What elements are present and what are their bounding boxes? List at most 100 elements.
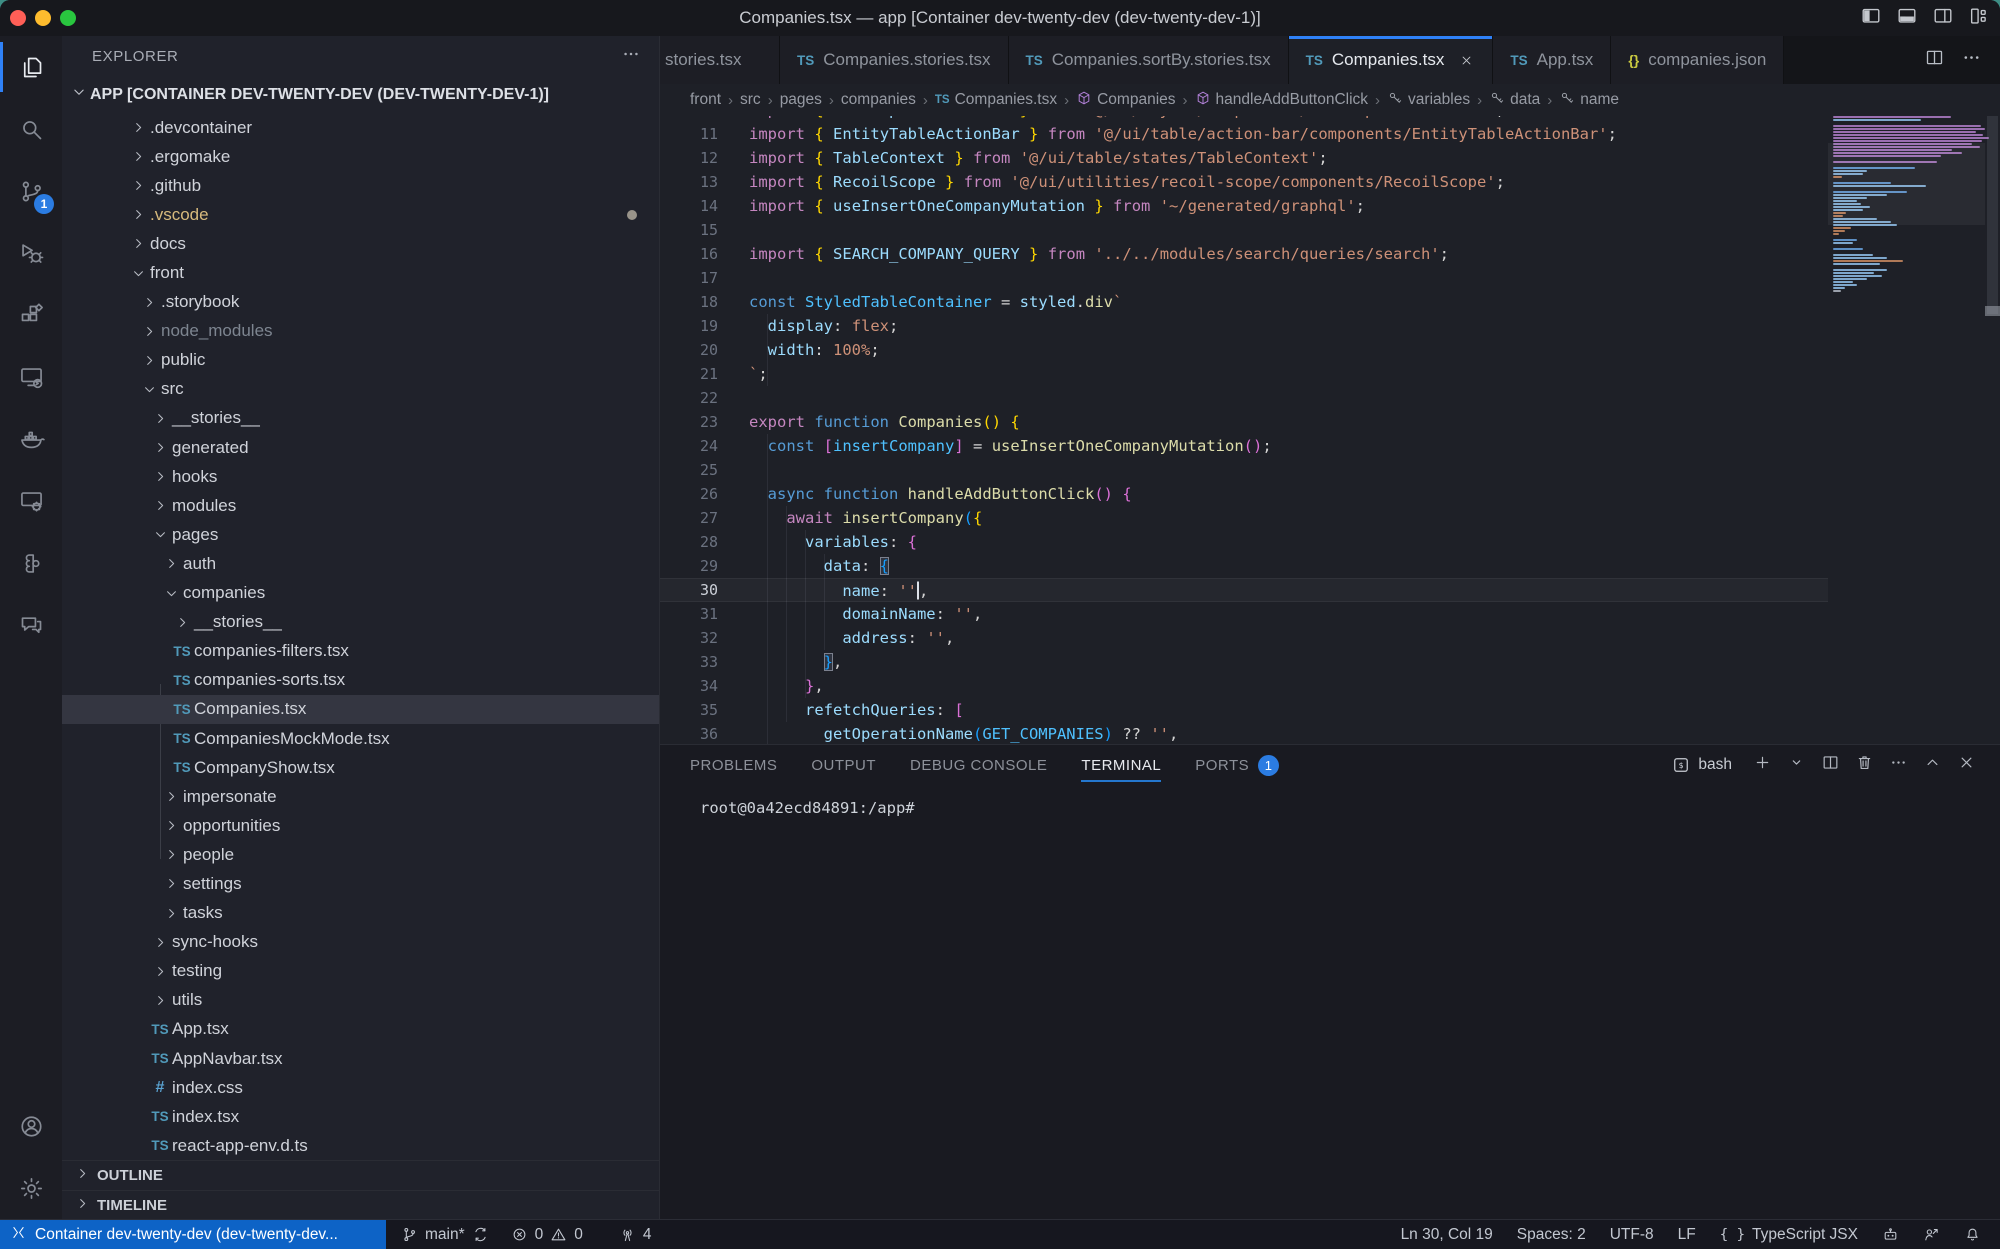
activity-comments[interactable]	[0, 594, 62, 656]
code-line-33[interactable]: 33 },	[660, 650, 1828, 674]
minimize-window-button[interactable]	[35, 10, 51, 26]
code-line-24[interactable]: 24 const [insertCompany] = useInsertOneC…	[660, 434, 1828, 458]
tree-item-testing[interactable]: testing	[62, 957, 659, 986]
code-line-23[interactable]: 23export function Companies() {	[660, 410, 1828, 434]
activity-explorer[interactable]	[0, 36, 62, 98]
editor-tab-stories.tsx[interactable]: stories.tsx	[660, 36, 780, 84]
code-line-36[interactable]: 36 getOperationName(GET_COMPANIES) ?? ''…	[660, 722, 1828, 744]
language-mode-status[interactable]: { }TypeScript JSX	[1711, 1226, 1867, 1244]
code-line-21[interactable]: 21`;	[660, 362, 1828, 386]
editor-tab-Companies.tsx[interactable]: TSCompanies.tsx	[1289, 36, 1494, 84]
tree-item-people[interactable]: people	[62, 840, 659, 869]
panel-ellipsis-action[interactable]	[1889, 753, 1908, 777]
panel-chev-up-action[interactable]	[1923, 753, 1942, 777]
panel-tab-PROBLEMS[interactable]: PROBLEMS	[690, 745, 777, 785]
close-tab-icon[interactable]	[1457, 51, 1475, 69]
close-window-button[interactable]	[10, 10, 26, 26]
activity-extensions[interactable]	[0, 284, 62, 346]
panel-tab-PORTS[interactable]: PORTS1	[1195, 745, 1279, 785]
tree-item-settings[interactable]: settings	[62, 869, 659, 898]
tree-item-front[interactable]: front	[62, 258, 659, 287]
code-line-35[interactable]: 35 refetchQueries: [	[660, 698, 1828, 722]
tree-item-modules[interactable]: modules	[62, 491, 659, 520]
zoom-window-button[interactable]	[60, 10, 76, 26]
tree-item-auth[interactable]: auth	[62, 549, 659, 578]
activity-dev-containers[interactable]	[0, 470, 62, 532]
tree-item-public[interactable]: public	[62, 346, 659, 375]
tree-item-CompanyShow.tsx[interactable]: TSCompanyShow.tsx	[62, 753, 659, 782]
code-line-25[interactable]: 25	[660, 458, 1828, 482]
panel-tab-TERMINAL[interactable]: TERMINAL	[1081, 745, 1161, 785]
panel-close-action[interactable]	[1957, 753, 1976, 777]
tree-item-index.css[interactable]: #index.css	[62, 1073, 659, 1102]
tree-item-hooks[interactable]: hooks	[62, 462, 659, 491]
breadcrumb-companies[interactable]: companies	[841, 91, 916, 109]
terminal-shell-selector[interactable]: $bash	[1671, 755, 1732, 775]
activity-settings[interactable]	[0, 1157, 62, 1219]
panel-chev-sm-action[interactable]	[1787, 753, 1806, 777]
tree-item-.devcontainer[interactable]: .devcontainer	[62, 113, 659, 142]
tree-item-companies[interactable]: companies	[62, 579, 659, 608]
code-line-28[interactable]: 28 variables: {	[660, 530, 1828, 554]
breadcrumb-pages[interactable]: pages	[780, 91, 822, 109]
code-line-20[interactable]: 20 width: 100%;	[660, 338, 1828, 362]
tree-item-__stories__[interactable]: __stories__	[62, 608, 659, 637]
editor-tab-companies.json[interactable]: {}companies.json	[1611, 36, 1784, 84]
breadcrumb-data[interactable]: data	[1489, 90, 1540, 111]
code-line-22[interactable]: 22	[660, 386, 1828, 410]
layout-toggle[interactable]	[1968, 5, 1990, 32]
code-line-15[interactable]: 15	[660, 218, 1828, 242]
tree-item-AppNavbar.tsx[interactable]: TSAppNavbar.tsx	[62, 1044, 659, 1073]
panel-plus-action[interactable]	[1753, 753, 1772, 777]
minimap[interactable]	[1828, 116, 1985, 744]
tree-item-.vscode[interactable]: .vscode	[62, 200, 659, 229]
tree-item-__stories__[interactable]: __stories__	[62, 404, 659, 433]
editor-tab-Companies.sortBy.stories.tsx[interactable]: TSCompanies.sortBy.stories.tsx	[1009, 36, 1289, 84]
split-editor-action[interactable]	[1924, 47, 1945, 73]
activity-run-and-debug[interactable]	[0, 222, 62, 284]
activity-docker[interactable]	[0, 408, 62, 470]
breadcrumb-name[interactable]: name	[1559, 90, 1619, 111]
tree-item-sync-hooks[interactable]: sync-hooks	[62, 928, 659, 957]
code-line-30[interactable]: 30 name: '',	[660, 578, 1828, 602]
minimap-viewport[interactable]	[1828, 143, 1985, 225]
tree-item-generated[interactable]: generated	[62, 433, 659, 462]
panel-tab-DEBUG CONSOLE[interactable]: DEBUG CONSOLE	[910, 745, 1047, 785]
timeline-section[interactable]: TIMELINE	[62, 1190, 659, 1220]
activity-source-control[interactable]: 1	[0, 160, 62, 222]
code-line-11[interactable]: 11import { EntityTableActionBar } from '…	[660, 122, 1828, 146]
tree-item-index.tsx[interactable]: TSindex.tsx	[62, 1102, 659, 1131]
code-line-27[interactable]: 27 await insertCompany({	[660, 506, 1828, 530]
encoding-status[interactable]: UTF-8	[1601, 1226, 1663, 1244]
terminal-output[interactable]: root@0a42ecd84891:/app#	[660, 785, 2000, 1219]
code-line-34[interactable]: 34 },	[660, 674, 1828, 698]
tree-item-docs[interactable]: docs	[62, 229, 659, 258]
feedback-status[interactable]	[1914, 1226, 1949, 1243]
outline-section[interactable]: OUTLINE	[62, 1160, 659, 1190]
problems-status[interactable]: 00	[502, 1226, 592, 1244]
ellipsis-editor-action[interactable]	[1961, 47, 1982, 73]
code-line-18[interactable]: 18const StyledTableContainer = styled.di…	[660, 290, 1828, 314]
panel-trash-action[interactable]	[1855, 753, 1874, 777]
breadcrumb-Companies[interactable]: Companies	[1076, 90, 1175, 111]
cursor-position-status[interactable]: Ln 30, Col 19	[1392, 1226, 1502, 1244]
code-line-26[interactable]: 26 async function handleAddButtonClick()…	[660, 482, 1828, 506]
editor-tab-App.tsx[interactable]: TSApp.tsx	[1493, 36, 1611, 84]
breadcrumb-front[interactable]: front	[690, 91, 721, 109]
scrollbar-thumb[interactable]	[1987, 116, 1998, 314]
code-line-32[interactable]: 32 address: '',	[660, 626, 1828, 650]
forwarded-ports-status[interactable]: 4	[610, 1226, 661, 1244]
panel-left-toggle[interactable]	[1860, 5, 1882, 32]
code-line-16[interactable]: 16import { SEARCH_COMPANY_QUERY } from '…	[660, 242, 1828, 266]
panel-tab-OUTPUT[interactable]: OUTPUT	[811, 745, 876, 785]
tree-item-impersonate[interactable]: impersonate	[62, 782, 659, 811]
code-line-19[interactable]: 19 display: flex;	[660, 314, 1828, 338]
tree-item-node_modules[interactable]: node_modules	[62, 317, 659, 346]
copilot-status[interactable]	[1873, 1226, 1908, 1243]
activity-figma[interactable]	[0, 532, 62, 594]
tree-item-pages[interactable]: pages	[62, 520, 659, 549]
editor-tab-Companies.stories.tsx[interactable]: TSCompanies.stories.tsx	[780, 36, 1009, 84]
eol-status[interactable]: LF	[1669, 1226, 1705, 1244]
tree-item-companies-filters.tsx[interactable]: TScompanies-filters.tsx	[62, 637, 659, 666]
indentation-status[interactable]: Spaces: 2	[1508, 1226, 1595, 1244]
